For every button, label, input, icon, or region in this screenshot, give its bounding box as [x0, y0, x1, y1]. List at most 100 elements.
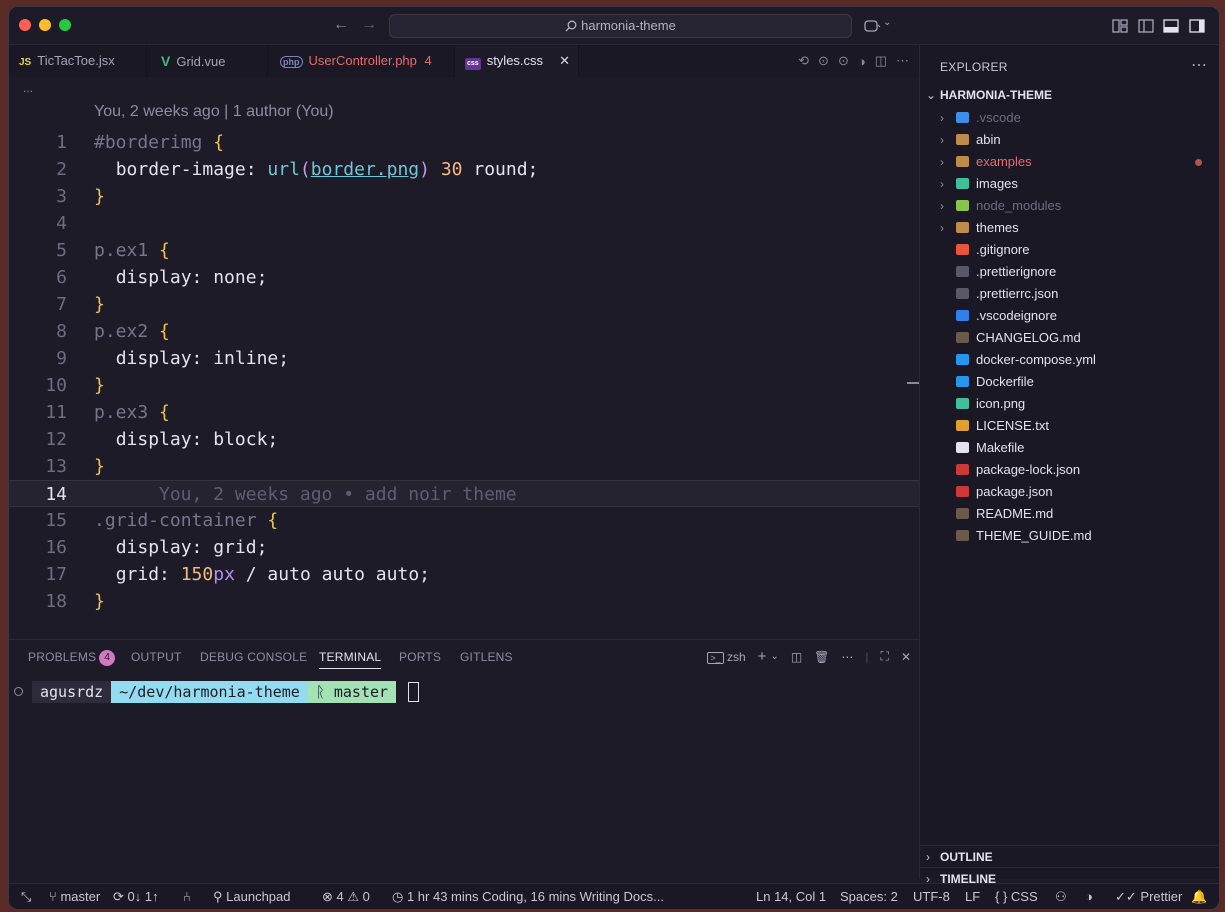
tree-folder[interactable]: › node_modules — [920, 195, 1219, 217]
scrollbar-cursor-marker[interactable] — [907, 382, 919, 384]
previous-change-icon[interactable]: ⊙ — [818, 53, 829, 69]
minimize-window-button[interactable] — [39, 19, 51, 31]
sync-indicator[interactable]: ⟳ 0↓ 1↑ — [113, 884, 159, 909]
tree-file[interactable]: docker-compose.yml — [920, 349, 1219, 371]
tree-folder[interactable]: › .vscode — [920, 107, 1219, 129]
trash-icon[interactable]: 🗑 — [814, 650, 829, 664]
notifications-icon[interactable]: 🔔 — [1191, 884, 1207, 909]
git-graph-icon[interactable]: ⑃ — [183, 884, 191, 909]
tab-terminal[interactable]: TERMINAL — [319, 650, 382, 669]
tree-file[interactable]: package-lock.json — [920, 459, 1219, 481]
close-panel-icon[interactable]: ✕ — [901, 650, 911, 664]
tree-file[interactable]: Makefile — [920, 437, 1219, 459]
gitlens-status-icon[interactable]: ◑ — [1085, 884, 1093, 909]
split-terminal-icon[interactable]: ◫ — [791, 650, 802, 664]
more-actions-icon[interactable]: ⋯ — [1191, 55, 1207, 75]
customize-layout-icon[interactable] — [1111, 17, 1129, 35]
next-change-icon[interactable]: ⊙ — [838, 53, 849, 69]
branch-indicator[interactable]: ⑂ master — [49, 884, 100, 909]
more-actions-icon[interactable]: ⋯ — [841, 650, 853, 664]
split-editor-icon[interactable]: ◫ — [875, 53, 887, 69]
blame-codelens[interactable]: You, 2 weeks ago | 1 author (You) — [94, 103, 334, 121]
tree-folder[interactable]: › themes — [920, 217, 1219, 239]
arrow-right-icon[interactable]: → — [359, 16, 379, 34]
tree-file[interactable]: .gitignore — [920, 239, 1219, 261]
clock-icon: ◷ — [392, 889, 404, 904]
terminal-cursor — [408, 682, 420, 702]
prettier-status[interactable]: ✓✓ Prettier — [1115, 884, 1182, 909]
css-function: url — [267, 159, 300, 180]
status-bar: ⤡ ⑂ master ⟳ 0↓ 1↑ ⑃ ⚲ Launchpad ⊗ 4 ⚠ 0… — [9, 883, 1219, 909]
tab-grid-vue[interactable]: V Grid.vue — [147, 45, 268, 77]
close-window-button[interactable] — [19, 19, 31, 31]
terminal-prompt[interactable]: agusrdz ~/dev/harmonia-theme ᚱ master — [14, 681, 420, 703]
remote-icon[interactable]: ⤡ — [21, 884, 31, 909]
new-terminal-icon[interactable]: + — [758, 648, 767, 665]
css-number: 150 — [180, 564, 214, 585]
tree-file[interactable]: .prettierrc.json — [920, 283, 1219, 305]
indentation[interactable]: Spaces: 2 — [840, 884, 898, 909]
tree-file[interactable]: package.json — [920, 481, 1219, 503]
css-selector: p.ex2 — [94, 321, 149, 342]
tab-ports[interactable]: PORTS — [399, 650, 441, 664]
gitlens-icon[interactable]: ◑ — [858, 54, 866, 69]
toggle-panel-icon[interactable] — [1162, 17, 1180, 35]
launchpad-button[interactable]: ⚲ Launchpad — [213, 884, 291, 909]
tree-folder[interactable]: › abin — [920, 129, 1219, 151]
tab-debug-console[interactable]: DEBUG CONSOLE — [200, 650, 307, 664]
toggle-primary-sidebar-icon[interactable] — [1137, 17, 1155, 35]
warning-count: 0 — [362, 889, 370, 904]
inline-blame[interactable]: You, 2 weeks ago • add noir theme — [159, 484, 517, 505]
tree-file[interactable]: .prettierignore — [920, 261, 1219, 283]
tab-problems[interactable]: PROBLEMS 4 — [28, 650, 116, 666]
tab-user-controller[interactable]: php UserController.php 4 — [268, 45, 455, 77]
chevron-right-icon: › — [940, 221, 944, 235]
tree-file[interactable]: README.md — [920, 503, 1219, 525]
chevron-down-icon: ⌄ — [926, 88, 937, 102]
command-center-search[interactable]: harmonia-theme — [389, 14, 852, 38]
line-number: 18 — [45, 591, 67, 612]
css-url-link[interactable]: border.png — [311, 159, 419, 180]
encoding[interactable]: UTF-8 — [913, 884, 950, 909]
tree-file[interactable]: .vscodeignore — [920, 305, 1219, 327]
tab-output[interactable]: OUTPUT — [131, 650, 182, 664]
tree-file[interactable]: CHANGELOG.md — [920, 327, 1219, 349]
explorer-root-folder[interactable]: ⌄ HARMONIA-THEME — [920, 85, 1219, 105]
tab-gitlens[interactable]: GITLENS — [460, 650, 513, 664]
wakatime-indicator[interactable]: ◷ 1 hr 43 mins Coding, 16 mins Writing D… — [392, 884, 664, 909]
copilot-status-icon[interactable]: ⚇ — [1055, 884, 1067, 909]
code-editor[interactable]: You, 2 weeks ago | 1 author (You) 1 #bord… — [9, 99, 919, 639]
tree-file[interactable]: THEME_GUIDE.md — [920, 525, 1219, 547]
breadcrumb[interactable]: ... — [23, 81, 33, 95]
problems-indicator[interactable]: ⊗ 4 ⚠ 0 — [322, 884, 370, 909]
tree-folder[interactable]: › examples — [920, 151, 1219, 173]
language-mode[interactable]: { } CSS — [995, 884, 1038, 909]
tree-file[interactable]: LICENSE.txt — [920, 415, 1219, 437]
copilot-icon[interactable] — [863, 17, 881, 35]
chevron-right-icon: › — [926, 850, 930, 864]
chevron-down-icon[interactable]: ⌄ — [770, 651, 778, 662]
css-unit: px — [213, 564, 235, 585]
brace: } — [94, 456, 105, 477]
tab-styles-css[interactable]: css styles.css ✕ — [455, 45, 579, 77]
brace: { — [159, 240, 170, 261]
maximize-window-button[interactable] — [59, 19, 71, 31]
tab-tictactoe[interactable]: JS TicTacToe.jsx — [9, 45, 147, 77]
arrow-left-icon[interactable]: ← — [331, 16, 351, 34]
outline-section[interactable]: › OUTLINE — [920, 845, 1219, 867]
end-of-line[interactable]: LF — [965, 884, 980, 909]
cursor-position[interactable]: Ln 14, Col 1 — [756, 884, 826, 909]
maximize-panel-icon[interactable]: ⛶ — [881, 649, 889, 664]
editor-tab-bar: JS TicTacToe.jsx V Grid.vue php UserControl… — [9, 45, 919, 77]
tree-folder[interactable]: › images — [920, 173, 1219, 195]
tree-file[interactable]: icon.png — [920, 393, 1219, 415]
more-actions-icon[interactable]: ⋯ — [896, 53, 909, 69]
brace: { — [159, 321, 170, 342]
rocket-icon: ⚲ — [213, 889, 223, 904]
tree-file[interactable]: Dockerfile — [920, 371, 1219, 393]
open-changes-icon[interactable]: ⟲ — [798, 53, 809, 69]
terminal-profile[interactable]: >_ zsh — [707, 650, 746, 664]
toggle-secondary-sidebar-icon[interactable] — [1188, 17, 1206, 35]
close-icon[interactable]: ✕ — [559, 45, 570, 77]
chevron-down-icon[interactable]: ⌄ — [883, 17, 891, 28]
